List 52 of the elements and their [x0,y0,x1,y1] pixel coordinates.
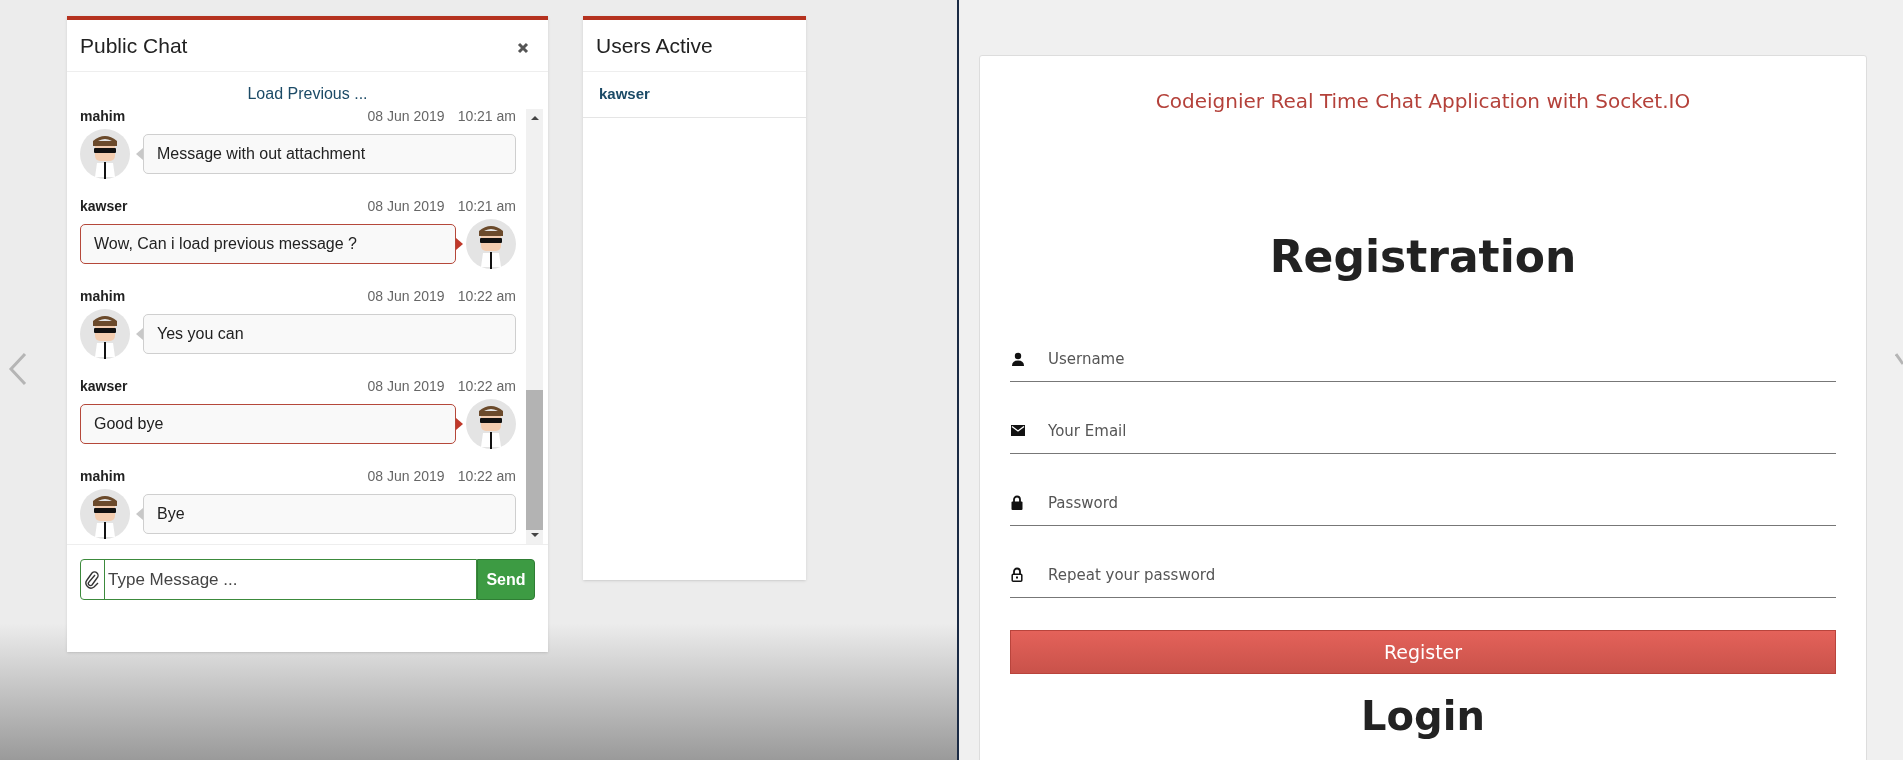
bubble-tail-icon [136,328,143,340]
message-time: 10:22 am [457,467,516,486]
paperclip-icon[interactable] [85,570,100,589]
bubble-tail-icon [136,148,143,160]
load-previous-link[interactable]: Load Previous ... [247,82,368,106]
scroll-up-icon[interactable] [529,113,540,123]
envelope-icon [1011,425,1025,436]
incoming-message-bubble: Yes you can [143,314,516,354]
scrollbar[interactable] [526,109,543,544]
panel-title: Public Chat [80,32,188,59]
scrollbar-thumb[interactable] [526,390,543,530]
message-time: 10:21 am [457,107,516,126]
send-button[interactable]: Send [477,559,535,600]
bubble-tail-icon [456,238,463,250]
avatar-icon [466,219,516,269]
incoming-message-bubble: Message with out attachment [143,134,516,174]
close-icon[interactable] [517,41,529,54]
message-time: 10:21 am [457,197,516,216]
sender-name: mahim [80,107,126,126]
person-icon [1011,351,1025,366]
registration-heading: Registration [1269,230,1577,284]
incoming-message-bubble: Bye [143,494,516,534]
message-date: 08 Jun 2019 [367,197,445,216]
outgoing-message-bubble: Wow, Can i load previous message ? [80,224,456,264]
text-input[interactable]: Your Email [1048,408,1836,453]
text-input[interactable]: Password [1048,480,1836,525]
sender-name: mahim [80,467,126,486]
app-title: Codeignier Real Time Chat Application with Socket.IO [1155,88,1691,115]
message-date: 08 Jun 2019 [367,287,445,306]
text-input[interactable]: Repeat your password [1048,552,1836,597]
panel-title: Users Active [596,32,713,59]
bubble-tail-icon [456,418,463,430]
user-link[interactable]: kawser [599,83,650,106]
message-time: 10:22 am [457,377,516,396]
text-input[interactable]: Username [1048,336,1836,381]
avatar-icon [466,399,516,449]
avatar-icon [80,489,130,539]
avatar-icon [80,129,130,179]
message-date: 08 Jun 2019 [367,467,445,486]
login-heading: Login [1361,694,1485,738]
avatar-icon [80,309,130,359]
padlock-icon [1011,495,1023,510]
sender-name: kawser [80,197,128,216]
padlock-icon [1011,567,1023,582]
outgoing-message-bubble: Good bye [80,404,456,444]
message-time: 10:22 am [457,287,516,306]
bubble-tail-icon [136,508,143,520]
sender-name: mahim [80,287,126,306]
message-date: 08 Jun 2019 [367,107,445,126]
message-date: 08 Jun 2019 [367,377,445,396]
sender-name: kawser [80,377,128,396]
register-button[interactable]: Register [1010,630,1836,674]
